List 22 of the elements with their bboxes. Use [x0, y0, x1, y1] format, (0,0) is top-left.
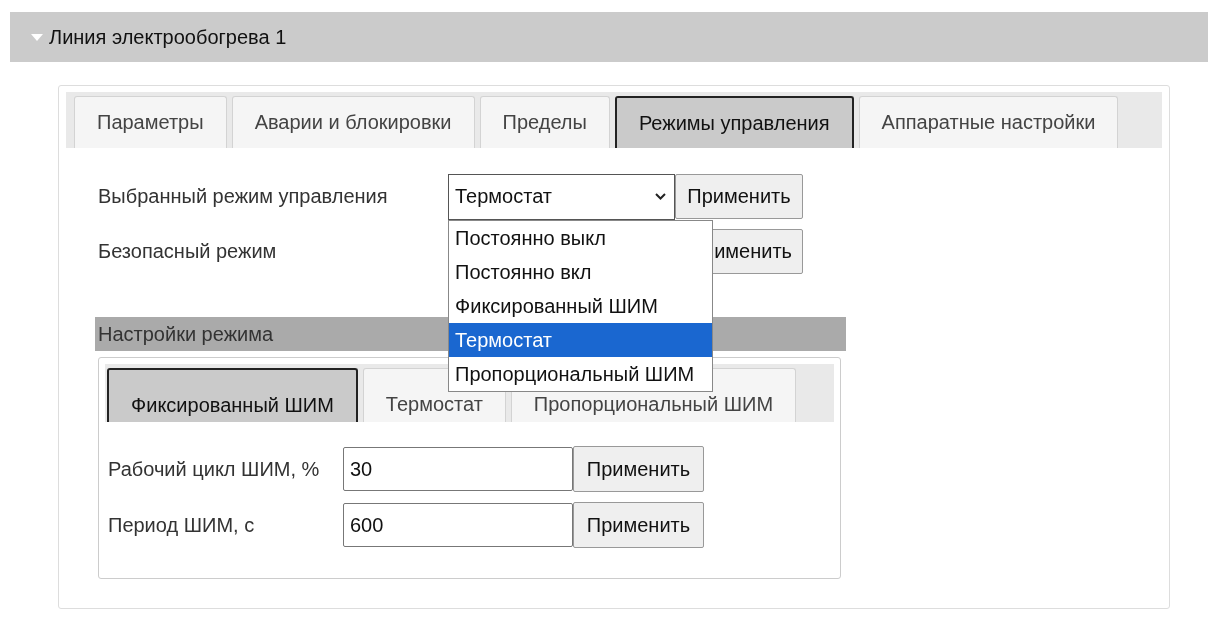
input-field[interactable]: 600: [343, 503, 573, 547]
apply-button[interactable]: Применить: [573, 502, 704, 548]
chevron-icon: [655, 193, 666, 200]
field-label: Выбранный режим управления: [98, 185, 389, 208]
dropdown-option[interactable]: Термостат: [449, 322, 712, 357]
dropdown-option[interactable]: Фиксированный ШИМ: [449, 288, 712, 323]
apply-button[interactable]: Применить: [675, 174, 803, 219]
field-label: Безопасный режим: [98, 240, 278, 263]
tab[interactable]: Режимы управления: [614, 96, 854, 148]
section-header[interactable]: Линия электрообогрева 1: [10, 12, 1208, 62]
input-field[interactable]: 30: [343, 447, 573, 491]
section-title: Линия электрообогрева 1: [49, 25, 287, 49]
tab[interactable]: Аппаратные настройки: [858, 96, 1119, 148]
field-label: Рабочий цикл ШИМ, %: [108, 457, 321, 481]
apply-button[interactable]: Применить: [573, 446, 704, 492]
tab[interactable]: Пределы: [479, 96, 610, 148]
tab[interactable]: Фиксированный ШИМ: [107, 368, 358, 422]
field-label: Период ШИМ, с: [108, 513, 256, 537]
tab[interactable]: Аварии и блокировки: [231, 96, 475, 148]
tab[interactable]: Параметры: [74, 96, 227, 148]
mode-select[interactable]: Термостат: [448, 173, 675, 220]
section-heading: Настройки режима: [98, 322, 274, 346]
